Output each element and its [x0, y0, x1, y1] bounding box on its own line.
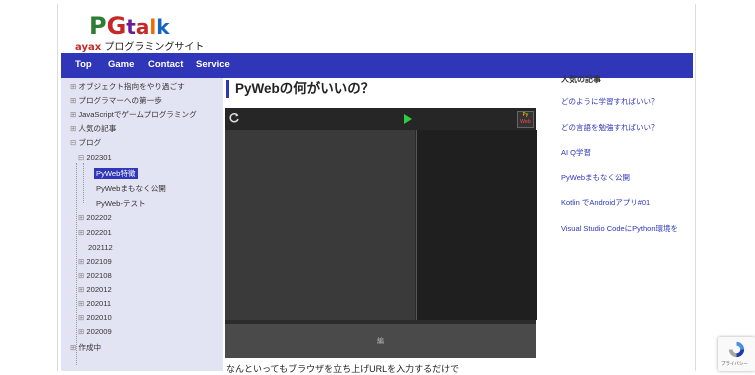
- expand-icon[interactable]: ⊞: [78, 257, 84, 266]
- logo-tagline-text: プログラミングサイト: [101, 42, 205, 53]
- sidebar-item-label[interactable]: 202202: [86, 213, 111, 222]
- sidebar-item-202201: ⊞ 202201: [78, 228, 112, 237]
- nav-top[interactable]: Top: [75, 59, 92, 70]
- sidebar-item-202202: ⊞ 202202: [78, 213, 112, 222]
- expand-icon[interactable]: ⊞: [78, 313, 84, 322]
- sidebar-item-js-game: ⊞ JavaScriptでゲームプログラミング: [70, 109, 197, 120]
- expand-icon[interactable]: ⊞: [78, 213, 84, 222]
- output-pane: [416, 130, 537, 320]
- popular-link[interactable]: AI Q学習: [561, 147, 591, 158]
- sidebar-item-label[interactable]: プログラマーへの第一歩: [78, 96, 162, 105]
- sidebar-item-202011: ⊞ 202011: [78, 299, 111, 308]
- recaptcha-privacy-label[interactable]: プライバシー: [721, 361, 748, 367]
- expand-icon[interactable]: ⊞: [78, 271, 84, 280]
- editor-footer-text: 編: [377, 337, 384, 345]
- expand-icon[interactable]: ⊞: [70, 82, 76, 91]
- code-editor-pane[interactable]: [225, 130, 415, 320]
- logo-letter: P: [89, 12, 107, 40]
- sidebar-item-202108: ⊞ 202108: [78, 271, 112, 280]
- logo-letter: G: [106, 12, 127, 40]
- run-icon[interactable]: [404, 114, 412, 124]
- sidebar-tree: ⊞ オブジェクト指向をやり過ごす ⊞ プログラマーへの第一歩 ⊞ JavaScript…: [61, 78, 223, 371]
- nav-contact[interactable]: Contact: [148, 59, 183, 70]
- recaptcha-icon: [728, 341, 745, 358]
- sidebar-item-pyweb-test[interactable]: PyWeb-テスト: [96, 198, 146, 209]
- sidebar-item-drafts: ⊞ 作成中: [70, 342, 101, 353]
- editor-footer: 編: [225, 324, 536, 358]
- sidebar-item-pyweb-features[interactable]: PyWeb特徴: [94, 168, 138, 179]
- popular-link[interactable]: Kotlin でAndroidアプリ#01: [561, 197, 650, 208]
- collapse-icon[interactable]: ⊟: [78, 153, 84, 162]
- sidebar-item-202010: ⊞ 202010: [78, 313, 112, 322]
- expand-icon[interactable]: ⊞: [70, 124, 76, 133]
- logo-wordmark: PGtalk: [89, 14, 170, 39]
- sidebar-item-label[interactable]: 202108: [86, 271, 111, 280]
- sidebar-item-label[interactable]: 202010: [86, 313, 111, 322]
- sidebar-item-label[interactable]: オブジェクト指向をやり過ごす: [78, 82, 184, 91]
- article-body-text: なんといってもブラウザを立ち上げURLを入力するだけで: [226, 364, 460, 374]
- sidebar-item-202112[interactable]: 202112: [88, 243, 113, 252]
- sidebar-item-label[interactable]: ブログ: [78, 138, 101, 147]
- popular-link[interactable]: どの言語を勉強すればいい？: [561, 122, 659, 133]
- nav-service[interactable]: Service: [196, 59, 230, 70]
- collapse-icon[interactable]: ⊟: [70, 138, 76, 147]
- expand-icon[interactable]: ⊞: [70, 343, 76, 352]
- sidebar-item-label[interactable]: 202009: [86, 327, 111, 336]
- sidebar-item-202301: ⊟ 202301: [78, 153, 112, 162]
- sidebar-item-label[interactable]: 202012: [86, 285, 111, 294]
- sidebar-item-label[interactable]: 202011: [86, 299, 111, 308]
- sidebar-item-202109: ⊞ 202109: [78, 257, 112, 266]
- sidebar-item-blog: ⊟ ブログ: [70, 137, 101, 148]
- tree-guide-line: [76, 163, 77, 365]
- popular-link[interactable]: どのように学習すればいい？: [561, 96, 659, 107]
- reload-icon[interactable]: [228, 112, 240, 124]
- pyweb-logo-top-text: Py: [522, 112, 529, 118]
- popular-link[interactable]: PyWebまもなく公開: [561, 172, 630, 183]
- pyweb-editor: Py Web 編: [225, 108, 537, 358]
- nav-game[interactable]: Game: [108, 59, 134, 70]
- sidebar-item-pyweb-release[interactable]: PyWebまもなく公開: [96, 183, 166, 194]
- popular-heading: 人気の記事: [561, 75, 601, 84]
- recaptcha-badge[interactable]: プライバシー: [718, 337, 755, 371]
- article-title: PyWebの何がいいの？: [226, 80, 374, 98]
- logo-brand-text: ayax: [75, 42, 102, 53]
- sidebar-item-oop: ⊞ オブジェクト指向をやり過ごす: [70, 81, 185, 92]
- expand-icon[interactable]: ⊞: [78, 228, 84, 237]
- sidebar-item-label[interactable]: 人気の記事: [78, 124, 116, 133]
- tree-guide-line: [83, 163, 84, 203]
- expand-icon[interactable]: ⊞: [78, 299, 84, 308]
- pyweb-logo: Py Web: [517, 111, 534, 128]
- sidebar-item-label[interactable]: 202109: [86, 257, 111, 266]
- sidebar-item-202009: ⊞ 202009: [78, 327, 112, 336]
- sidebar-item-label[interactable]: JavaScriptでゲームプログラミング: [78, 110, 196, 119]
- sidebar-item-202012: ⊞ 202012: [78, 285, 112, 294]
- sidebar-item-label[interactable]: 202201: [86, 228, 111, 237]
- sidebar-item-label[interactable]: 作成中: [78, 343, 101, 352]
- pyweb-logo-bottom-text: Web: [520, 119, 531, 125]
- popular-link[interactable]: Visual Studio CodeにPython環境を: [561, 223, 678, 234]
- editor-toolbar: Py Web: [225, 108, 536, 130]
- logo-letter: a: [135, 15, 150, 39]
- expand-icon[interactable]: ⊞: [70, 96, 76, 105]
- logo-letter: t: [126, 15, 136, 39]
- sidebar-item-label[interactable]: 202301: [86, 153, 111, 162]
- logo-tagline: ayax プログラミングサイト: [75, 38, 204, 53]
- sidebar-item-popular: ⊞ 人気の記事: [70, 123, 116, 134]
- site-logo[interactable]: PGtalk ayax プログラミングサイト: [75, 14, 215, 53]
- expand-icon[interactable]: ⊞: [78, 327, 84, 336]
- expand-icon[interactable]: ⊞: [70, 110, 76, 119]
- expand-icon[interactable]: ⊞: [78, 285, 84, 294]
- logo-letter: k: [156, 15, 170, 39]
- sidebar-item-first-step: ⊞ プログラマーへの第一歩: [70, 95, 162, 106]
